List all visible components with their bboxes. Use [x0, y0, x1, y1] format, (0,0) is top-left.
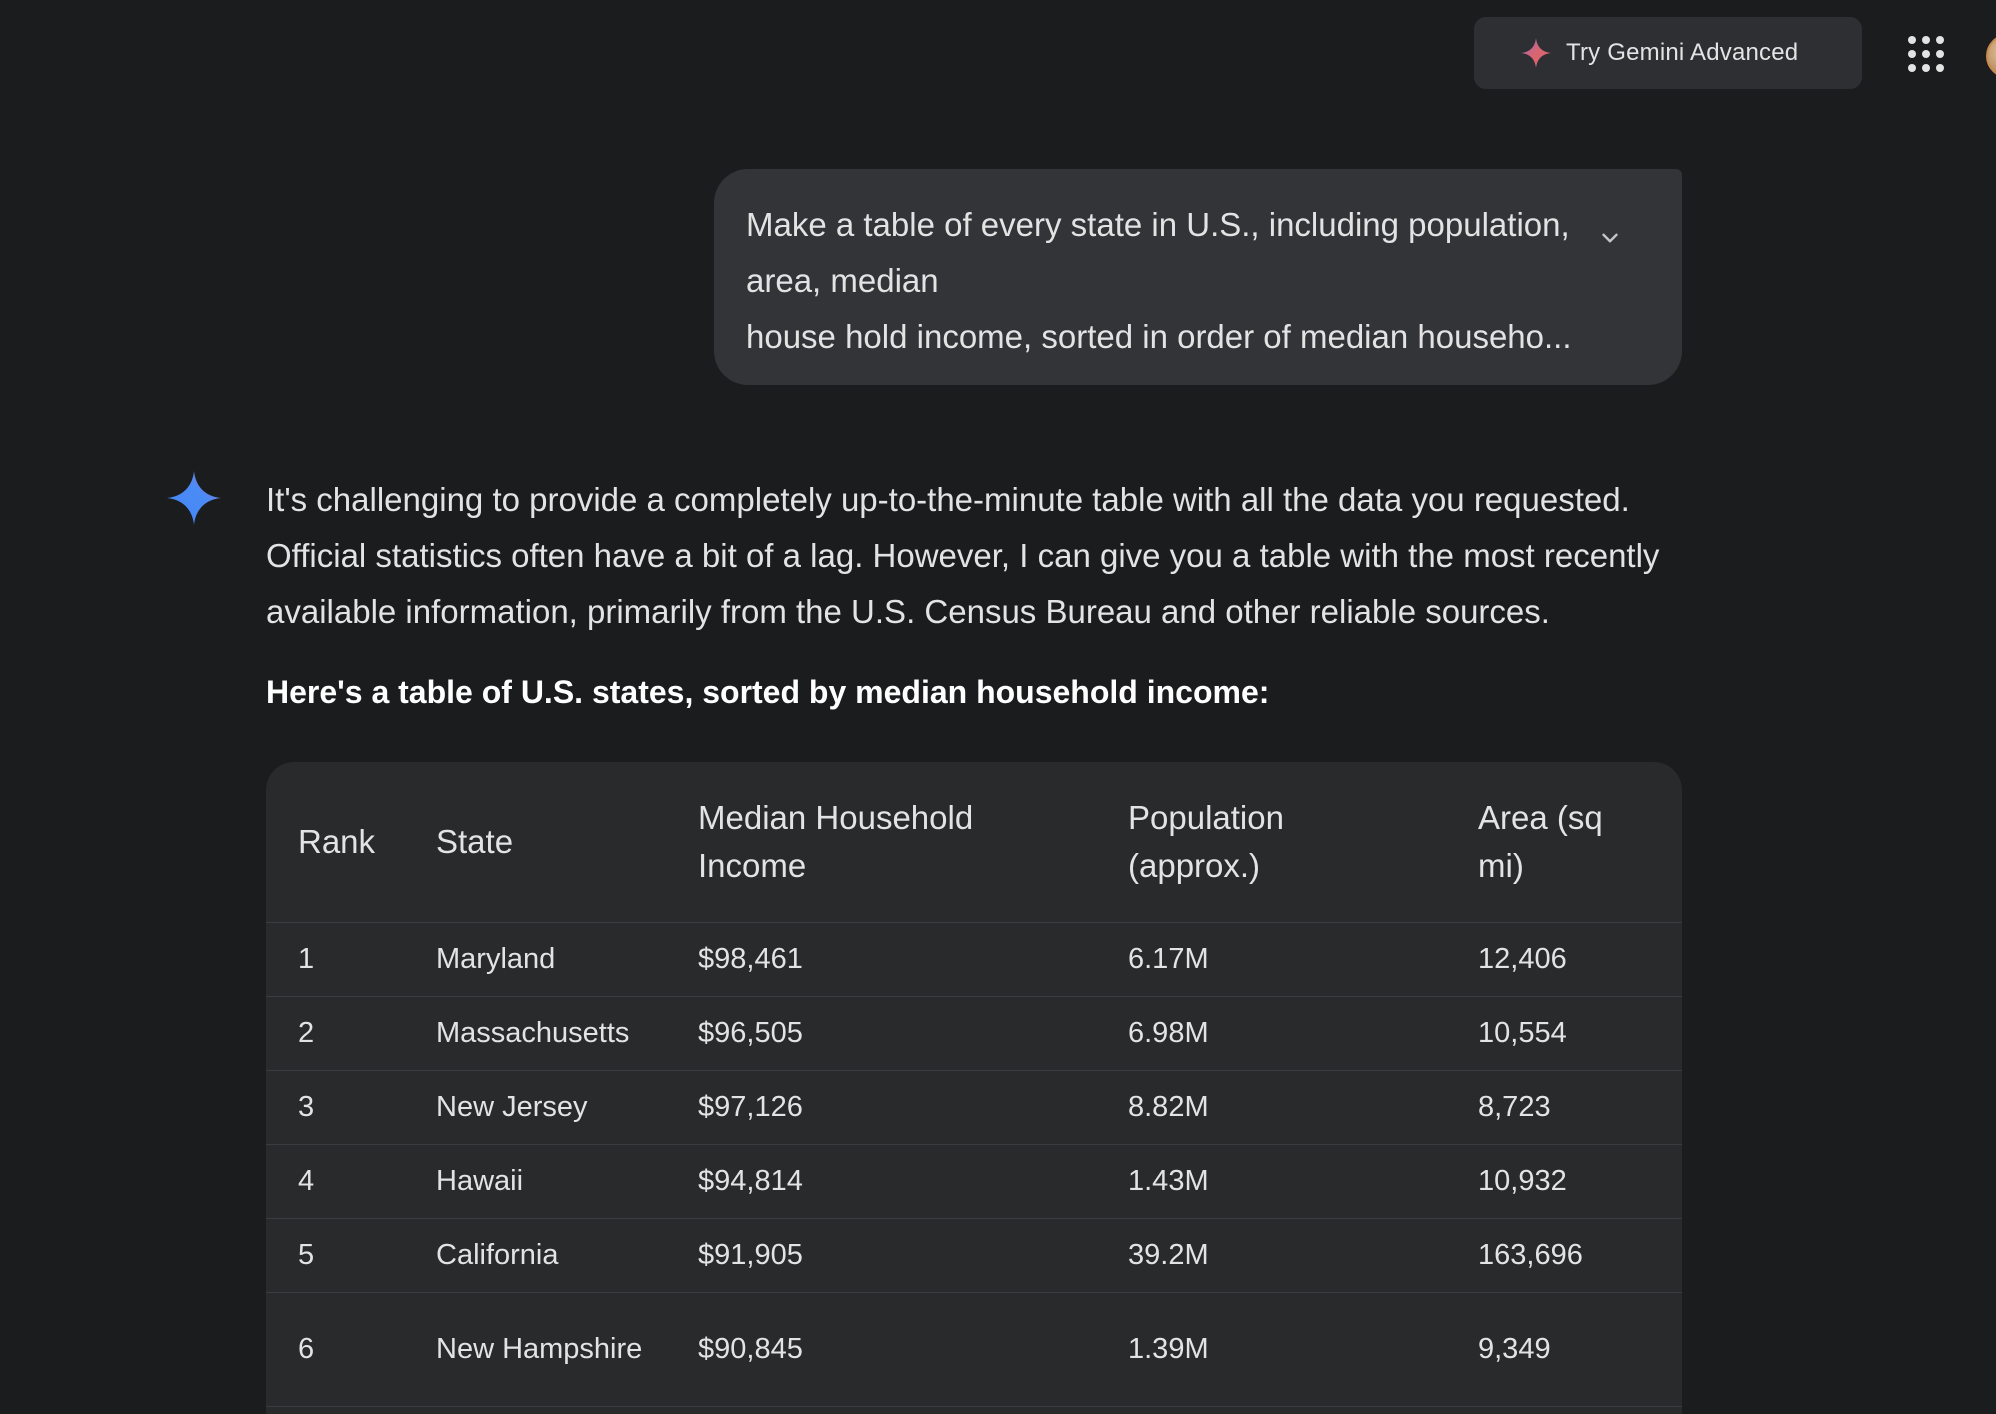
area-cell: 163,696 [1478, 1239, 1583, 1271]
rank-cell: 5 [298, 1239, 315, 1271]
state-cell: New Jersey [436, 1091, 588, 1123]
population-cell: 1.43M [1128, 1165, 1209, 1197]
try-gemini-advanced-button[interactable]: Try Gemini Advanced [1474, 17, 1862, 89]
response-line: Official statistics often have a bit of … [266, 537, 1660, 574]
column-header-income: Median Household Income [698, 799, 974, 884]
table-row: 2 Massachusetts $96,505 6.98M 10,554 [266, 997, 1682, 1071]
area-cell: 8,723 [1478, 1091, 1551, 1123]
gemini-sparkle-icon [166, 470, 222, 526]
rank-cell: 3 [298, 1091, 315, 1123]
table-row: 6 New Hampshire $90,845 1.39M 9,349 [266, 1293, 1682, 1407]
area-cell: 12,406 [1478, 943, 1567, 975]
prompt-line: area, median [746, 262, 939, 299]
population-cell: 6.17M [1128, 943, 1209, 975]
column-header-rank: Rank [298, 823, 376, 860]
rank-cell: 6 [298, 1333, 315, 1365]
income-cell: $98,461 [698, 943, 803, 975]
table-row: 3 New Jersey $97,126 8.82M 8,723 [266, 1071, 1682, 1145]
user-prompt-bubble: Make a table of every state in U.S., inc… [714, 169, 1682, 385]
area-cell: 10,932 [1478, 1165, 1567, 1197]
states-table: Rank State Median Household Income Popul… [266, 762, 1682, 1414]
table-header-row: Rank State Median Household Income Popul… [266, 762, 1682, 923]
population-cell: 6.98M [1128, 1017, 1209, 1049]
state-cell: Hawaii [436, 1165, 524, 1197]
state-cell: Maryland [436, 943, 556, 975]
area-cell: 9,349 [1478, 1333, 1551, 1365]
column-header-state: State [436, 823, 514, 860]
table-row: 1 Maryland $98,461 6.17M 12,406 [266, 923, 1682, 997]
income-cell: $97,126 [698, 1091, 803, 1123]
gemini-chat-page: Try Gemini Advanced Make a table of ever… [0, 0, 1996, 1414]
prompt-line: Make a table of every state in U.S., inc… [746, 206, 1570, 243]
population-cell: 39.2M [1128, 1239, 1209, 1271]
population-cell: 1.39M [1128, 1333, 1209, 1365]
table-row: 4 Hawaii $94,814 1.43M 10,932 [266, 1145, 1682, 1219]
income-cell: $94,814 [698, 1165, 803, 1197]
state-cell: Massachusetts [436, 1017, 630, 1049]
column-header-population: Population (approx.) [1128, 799, 1284, 884]
rank-cell: 4 [298, 1165, 315, 1197]
response-line: It's challenging to provide a completely… [266, 481, 1630, 518]
area-cell: 10,554 [1478, 1017, 1567, 1049]
state-cell: New Hampshire [436, 1333, 643, 1365]
chevron-down-icon [1602, 233, 1618, 243]
income-cell: $96,505 [698, 1017, 803, 1049]
avatar[interactable] [1986, 34, 1996, 78]
income-cell: $90,845 [698, 1333, 803, 1365]
rank-cell: 2 [298, 1017, 315, 1049]
try-gemini-advanced-label: Try Gemini Advanced [1566, 39, 1799, 66]
apps-grid-icon[interactable] [1908, 36, 1944, 72]
response-heading: Here's a table of U.S. states, sorted by… [266, 674, 1270, 710]
state-cell: California [436, 1239, 559, 1271]
population-cell: 8.82M [1128, 1091, 1209, 1123]
table-row: 5 California $91,905 39.2M 163,696 [266, 1219, 1682, 1293]
response-text: It's challenging to provide a completely… [266, 472, 1686, 640]
rank-cell: 1 [298, 943, 315, 975]
prompt-line: house hold income, sorted in order of me… [746, 318, 1572, 355]
response-line: available information, primarily from th… [266, 593, 1550, 630]
sparkle-icon [1520, 37, 1552, 69]
expand-prompt-button[interactable] [1590, 218, 1630, 258]
income-cell: $91,905 [698, 1239, 803, 1271]
column-header-area: Area (sq mi) [1478, 799, 1603, 884]
